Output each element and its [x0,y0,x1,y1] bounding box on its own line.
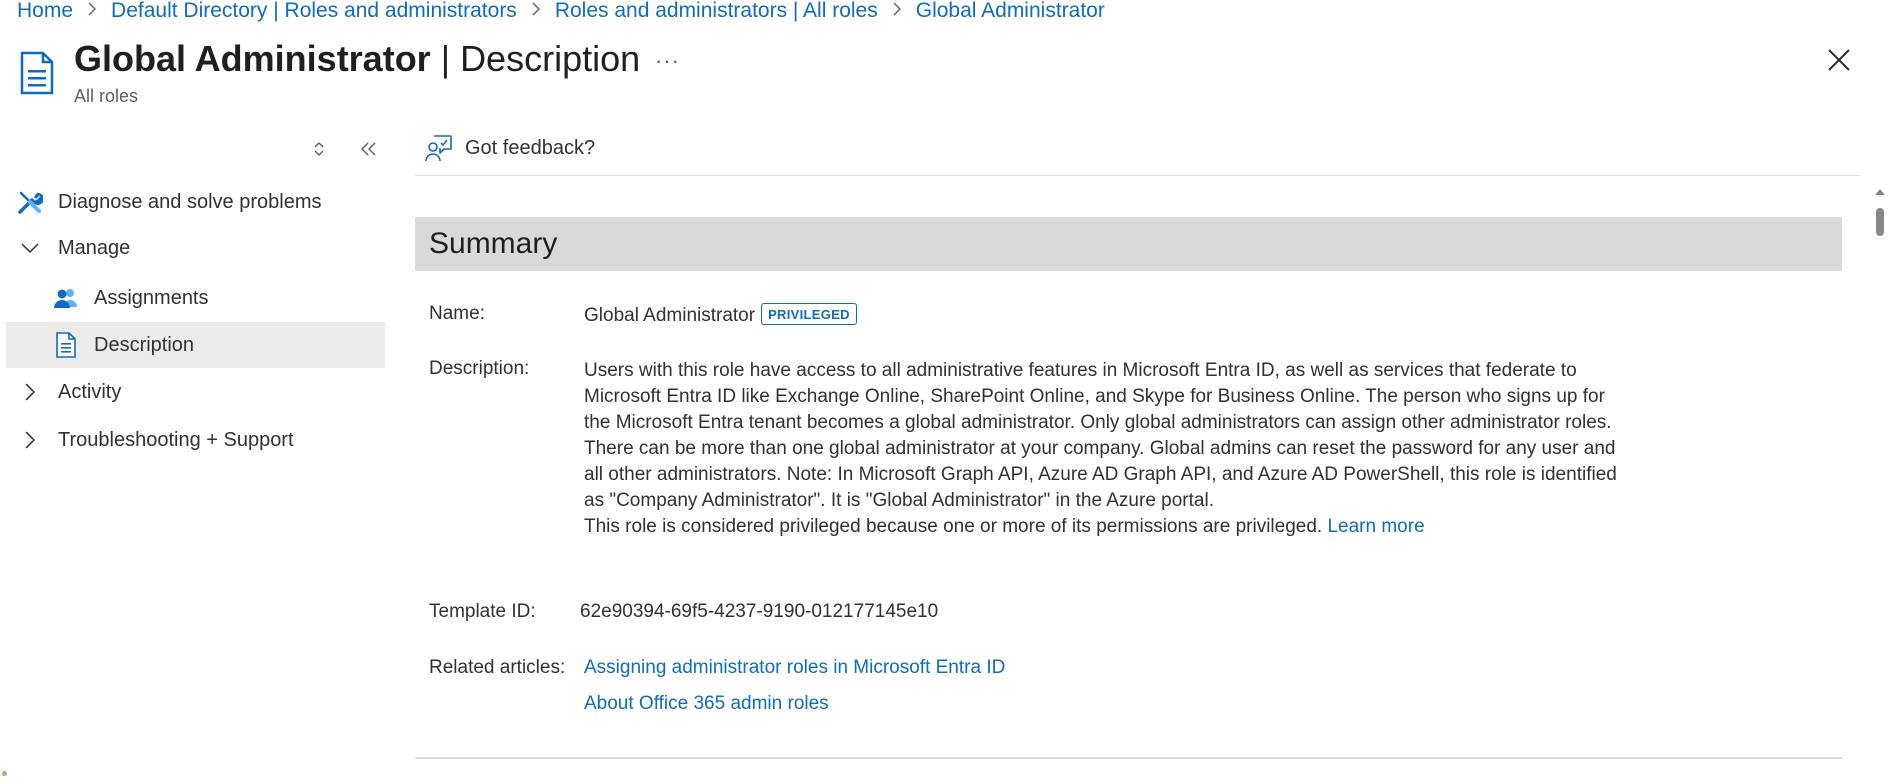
sidebar-item-manage[interactable]: Manage [6,225,385,271]
collapse-sidebar-icon[interactable] [359,140,377,158]
chevron-right-icon [86,2,98,21]
breadcrumb-default-directory[interactable]: Default Directory | Roles and administra… [111,0,517,23]
document-icon [20,51,54,95]
name-label: Name: [429,303,485,324]
breadcrumb: Home Default Directory | Roles and admin… [17,0,1105,22]
sidebar-item-label: Troubleshooting + Support [58,428,294,451]
feedback-icon [425,135,452,162]
chevron-right-icon [530,2,542,21]
related-articles-label: Related articles: [429,657,566,678]
page-subtitle: All roles [74,86,139,106]
privileged-badge: PRIVILEGED [761,303,857,325]
feedback-label: Got feedback? [465,136,596,159]
name-value: Global Administrator PRIVILEGED [584,303,857,327]
wrench-icon [16,188,44,216]
chevron-down-icon [16,234,44,262]
breadcrumb-home[interactable]: Home [17,0,73,23]
sort-updown-icon[interactable] [311,138,327,160]
sidebar-item-diagnose[interactable]: Diagnose and solve problems [6,179,385,225]
summary-section-header: Summary [415,217,1842,271]
role-name: Global Administrator [584,305,756,326]
chevron-right-icon [16,378,44,406]
sidebar-item-label: Manage [58,236,131,259]
breadcrumb-global-administrator[interactable]: Global Administrator [916,0,1105,23]
document-icon [52,331,80,359]
sidebar-item-assignments[interactable]: Assignments [6,275,385,321]
chevron-right-icon [16,426,44,454]
page-title-section: Description [460,38,641,79]
users-icon [52,284,80,312]
description-value: Users with this role have access to all … [584,358,1634,540]
sidebar-item-description[interactable]: Description [6,322,385,368]
sidebar-item-label: Activity [58,380,122,403]
related-article-link[interactable]: About Office 365 admin roles [584,693,829,715]
section-divider [415,757,1842,759]
sidebar-item-troubleshooting[interactable]: Troubleshooting + Support [6,417,385,463]
sidebar-item-label: Diagnose and solve problems [58,190,322,213]
scrollbar-thumb[interactable] [1876,208,1884,236]
related-article-link[interactable]: Assigning administrator roles in Microso… [584,657,1005,679]
feedback-button[interactable]: Got feedback? [425,134,595,162]
command-bar: Got feedback? [415,130,1861,176]
page-title: Global Administrator | Description [74,38,640,80]
chevron-right-icon [891,2,903,21]
breadcrumb-all-roles[interactable]: Roles and administrators | All roles [555,0,878,23]
summary-heading: Summary [429,227,558,260]
template-id-label: Template ID: [429,601,536,622]
page-title-separator: | [430,38,461,79]
privileged-note-text: This role is considered privileged becau… [584,516,1323,537]
learn-more-link[interactable]: Learn more [1327,516,1424,537]
scroll-up-arrow-icon[interactable] [1873,185,1887,199]
more-options-icon[interactable]: ··· [655,48,680,74]
close-icon[interactable] [1826,47,1852,73]
description-text: Users with this role have access to all … [584,360,1617,511]
status-dot [2,771,7,776]
sidebar-item-label: Description [94,333,195,356]
sidebar-item-label: Assignments [94,286,209,309]
description-label: Description: [429,358,530,379]
content-scrollbar[interactable] [1873,185,1887,779]
template-id-value: 62e90394-69f5-4237-9190-012177145e10 [580,601,939,622]
page-title-main: Global Administrator [74,38,431,79]
sidebar-item-activity[interactable]: Activity [6,369,385,415]
privileged-note: This role is considered privileged becau… [584,514,1634,540]
